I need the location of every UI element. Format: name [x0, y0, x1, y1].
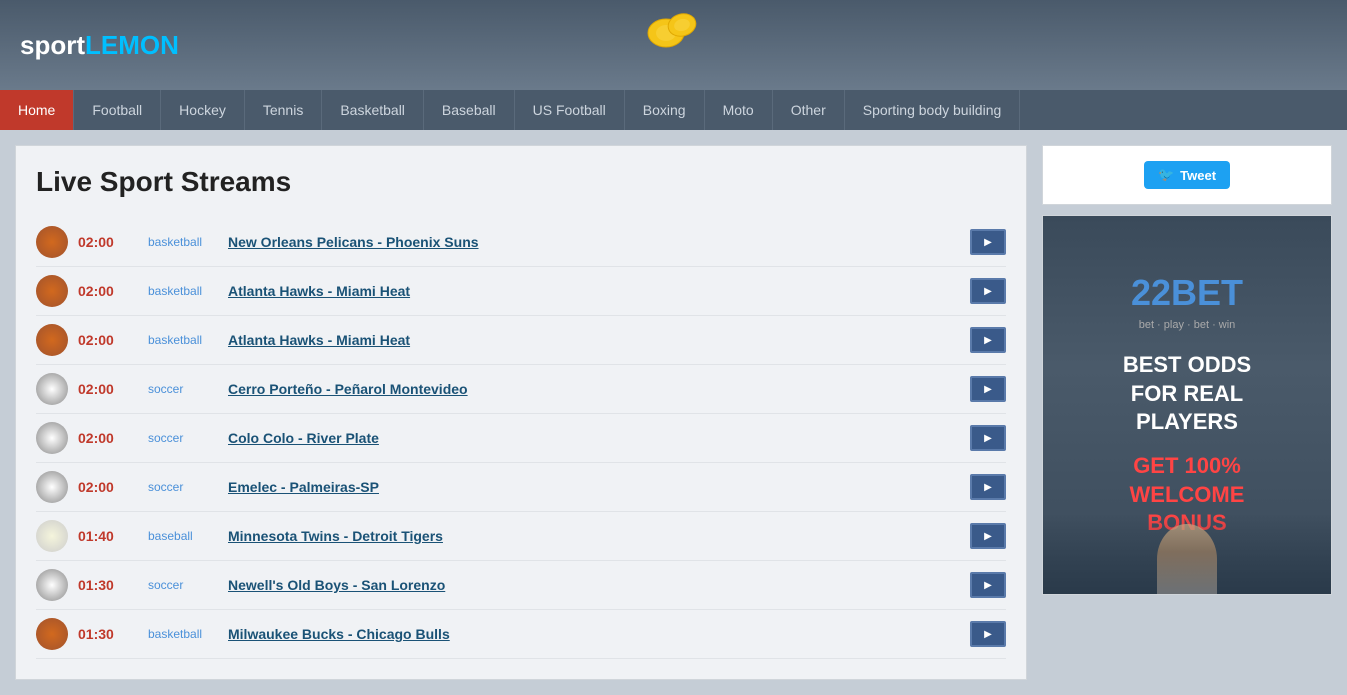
logo-sport: sport	[20, 30, 85, 60]
header: sportLEMON	[0, 0, 1347, 90]
match-link[interactable]: Emelec - Palmeiras-SP	[228, 479, 960, 495]
bet-logo: 22BET	[1131, 272, 1243, 314]
match-link[interactable]: Newell's Old Boys - San Lorenzo	[228, 577, 960, 593]
match-link[interactable]: Minnesota Twins - Detroit Tigers	[228, 528, 960, 544]
stream-sport: baseball	[148, 529, 218, 543]
stream-sport: basketball	[148, 235, 218, 249]
nav-item-moto[interactable]: Moto	[705, 90, 773, 130]
nav-item-sporting[interactable]: Sporting body building	[845, 90, 1021, 130]
watch-button[interactable]	[970, 425, 1006, 451]
stream-time: 01:40	[78, 528, 138, 544]
stream-row: 01:40 baseball Minnesota Twins - Detroit…	[36, 512, 1006, 561]
sport-icon-soccer	[36, 422, 68, 454]
stream-sport: soccer	[148, 480, 218, 494]
stream-row: 02:00 soccer Colo Colo - River Plate	[36, 414, 1006, 463]
match-link[interactable]: Atlanta Hawks - Miami Heat	[228, 332, 960, 348]
page-title: Live Sport Streams	[36, 166, 1006, 198]
match-link[interactable]: Atlanta Hawks - Miami Heat	[228, 283, 960, 299]
nav-item-home[interactable]: Home	[0, 90, 74, 130]
stream-row: 02:00 soccer Cerro Porteño - Peñarol Mon…	[36, 365, 1006, 414]
sport-icon-soccer	[36, 569, 68, 601]
ad-box[interactable]: 22BET bet · play · bet · win BEST ODDSFO…	[1042, 215, 1332, 595]
tweet-button[interactable]: Tweet	[1144, 161, 1230, 189]
stream-time: 02:00	[78, 381, 138, 397]
stream-time: 02:00	[78, 332, 138, 348]
sport-icon-soccer	[36, 373, 68, 405]
sport-icon-soccer	[36, 471, 68, 503]
match-link[interactable]: Colo Colo - River Plate	[228, 430, 960, 446]
sport-icon-basketball	[36, 275, 68, 307]
sport-icon-basketball	[36, 324, 68, 356]
nav-item-basketball[interactable]: Basketball	[322, 90, 424, 130]
watch-button[interactable]	[970, 621, 1006, 647]
stream-time: 02:00	[78, 283, 138, 299]
stream-time: 02:00	[78, 430, 138, 446]
nav-item-usfootball[interactable]: US Football	[515, 90, 625, 130]
brand-logo[interactable]: sportLEMON	[20, 30, 179, 61]
logo-lemon: LEMON	[85, 30, 179, 60]
stream-row: 01:30 soccer Newell's Old Boys - San Lor…	[36, 561, 1006, 610]
bet-headline: BEST ODDSFOR REALPLAYERS	[1123, 351, 1251, 437]
bet-tagline: bet · play · bet · win	[1139, 319, 1236, 331]
stream-time: 01:30	[78, 577, 138, 593]
stream-sport: soccer	[148, 382, 218, 396]
stream-row: 02:00 basketball New Orleans Pelicans - …	[36, 218, 1006, 267]
nav-item-football[interactable]: Football	[74, 90, 161, 130]
content-area: Live Sport Streams 02:00 basketball New …	[15, 145, 1027, 680]
nav-item-baseball[interactable]: Baseball	[424, 90, 515, 130]
watch-button[interactable]	[970, 572, 1006, 598]
sport-icon-basketball	[36, 226, 68, 258]
stream-row: 02:00 basketball Atlanta Hawks - Miami H…	[36, 267, 1006, 316]
stream-sport: basketball	[148, 333, 218, 347]
match-link[interactable]: Milwaukee Bucks - Chicago Bulls	[228, 626, 960, 642]
nav-item-hockey[interactable]: Hockey	[161, 90, 245, 130]
ad-person-image	[1043, 514, 1331, 594]
watch-button[interactable]	[970, 278, 1006, 304]
main-container: Live Sport Streams 02:00 basketball New …	[0, 130, 1347, 695]
stream-sport: basketball	[148, 284, 218, 298]
nav-item-other[interactable]: Other	[773, 90, 845, 130]
main-nav: Home Football Hockey Tennis Basketball B…	[0, 90, 1347, 130]
lemon-icon	[644, 5, 704, 60]
person-silhouette	[1157, 524, 1217, 594]
stream-time: 02:00	[78, 479, 138, 495]
watch-button[interactable]	[970, 376, 1006, 402]
stream-row: 02:00 basketball Atlanta Hawks - Miami H…	[36, 316, 1006, 365]
nav-item-tennis[interactable]: Tennis	[245, 90, 322, 130]
stream-row: 01:30 basketball Milwaukee Bucks - Chica…	[36, 610, 1006, 659]
watch-button[interactable]	[970, 229, 1006, 255]
stream-time: 01:30	[78, 626, 138, 642]
tweet-box: Tweet	[1042, 145, 1332, 205]
match-link[interactable]: Cerro Porteño - Peñarol Montevideo	[228, 381, 960, 397]
match-link[interactable]: New Orleans Pelicans - Phoenix Suns	[228, 234, 960, 250]
stream-time: 02:00	[78, 234, 138, 250]
watch-button[interactable]	[970, 523, 1006, 549]
sport-icon-baseball	[36, 520, 68, 552]
sidebar: Tweet 22BET bet · play · bet · win BEST …	[1042, 145, 1332, 680]
stream-row: 02:00 soccer Emelec - Palmeiras-SP	[36, 463, 1006, 512]
stream-sport: basketball	[148, 627, 218, 641]
stream-sport: soccer	[148, 431, 218, 445]
watch-button[interactable]	[970, 474, 1006, 500]
watch-button[interactable]	[970, 327, 1006, 353]
nav-item-boxing[interactable]: Boxing	[625, 90, 705, 130]
stream-sport: soccer	[148, 578, 218, 592]
